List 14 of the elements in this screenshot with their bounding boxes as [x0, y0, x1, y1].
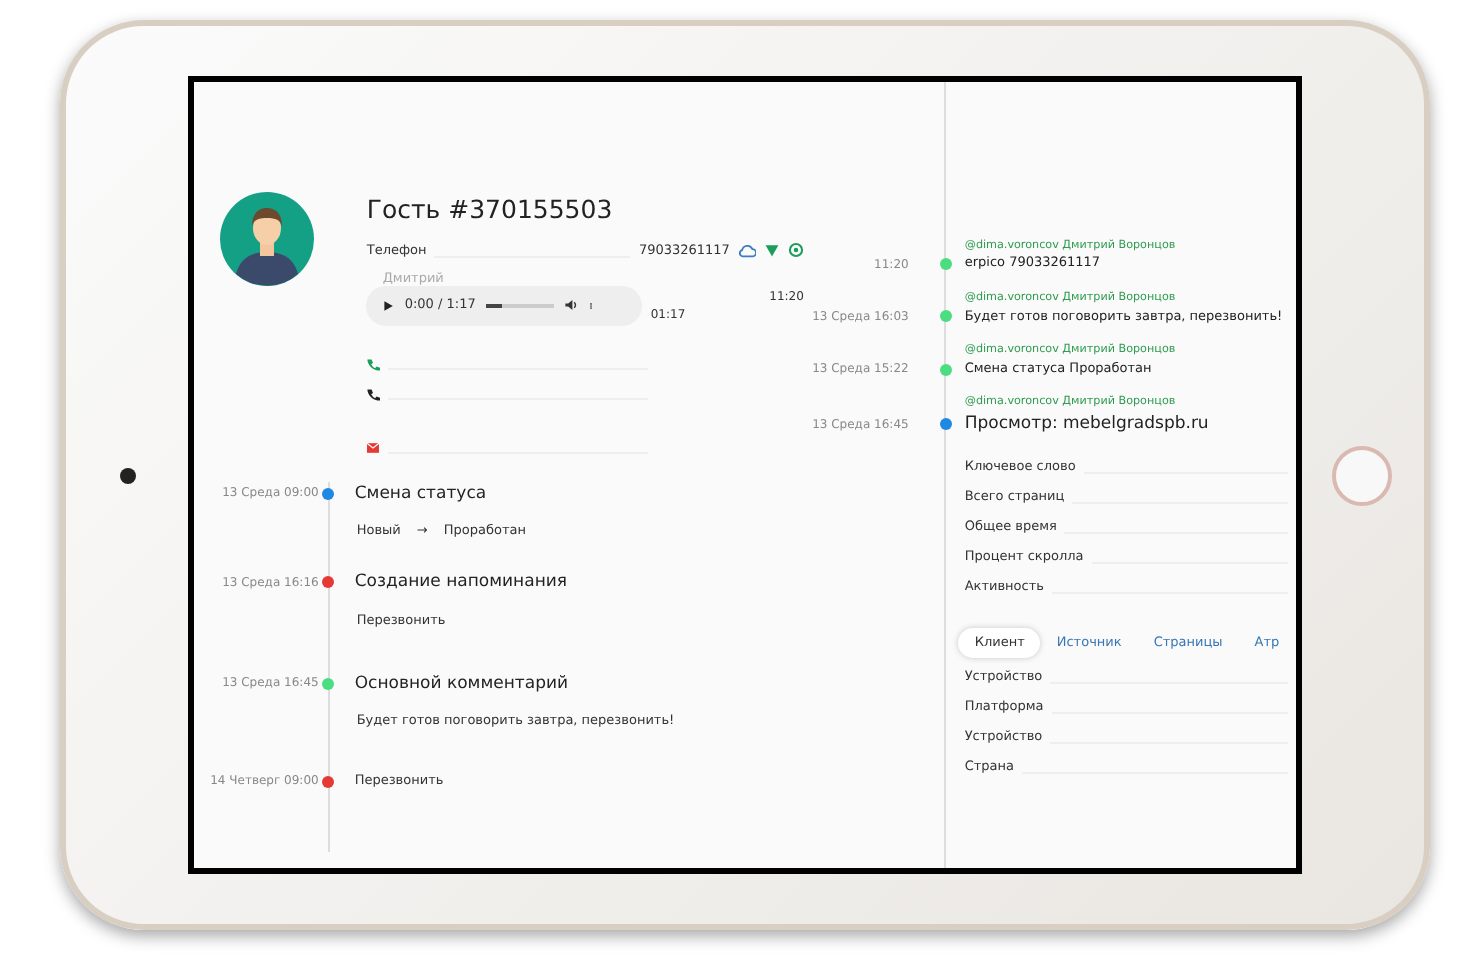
- phone-icon: [366, 387, 381, 401]
- cloud-icon: [737, 242, 756, 261]
- play-icon: [382, 299, 395, 311]
- mail-icon: [366, 441, 381, 453]
- volume-icon: [563, 298, 578, 312]
- event-title: Основной комментарий: [354, 671, 569, 697]
- phone-icon: [366, 357, 381, 371]
- event-title: Смена статуса: [354, 481, 487, 507]
- event-title: Создание напоминания: [354, 570, 568, 596]
- home-button[interactable]: [1332, 445, 1393, 505]
- visit-title: Просмотр: mebelgradspb.ru: [964, 411, 1209, 438]
- contact-name: Гость #370155503: [366, 192, 615, 228]
- camera-lens: [119, 467, 136, 483]
- avatar: [220, 192, 315, 286]
